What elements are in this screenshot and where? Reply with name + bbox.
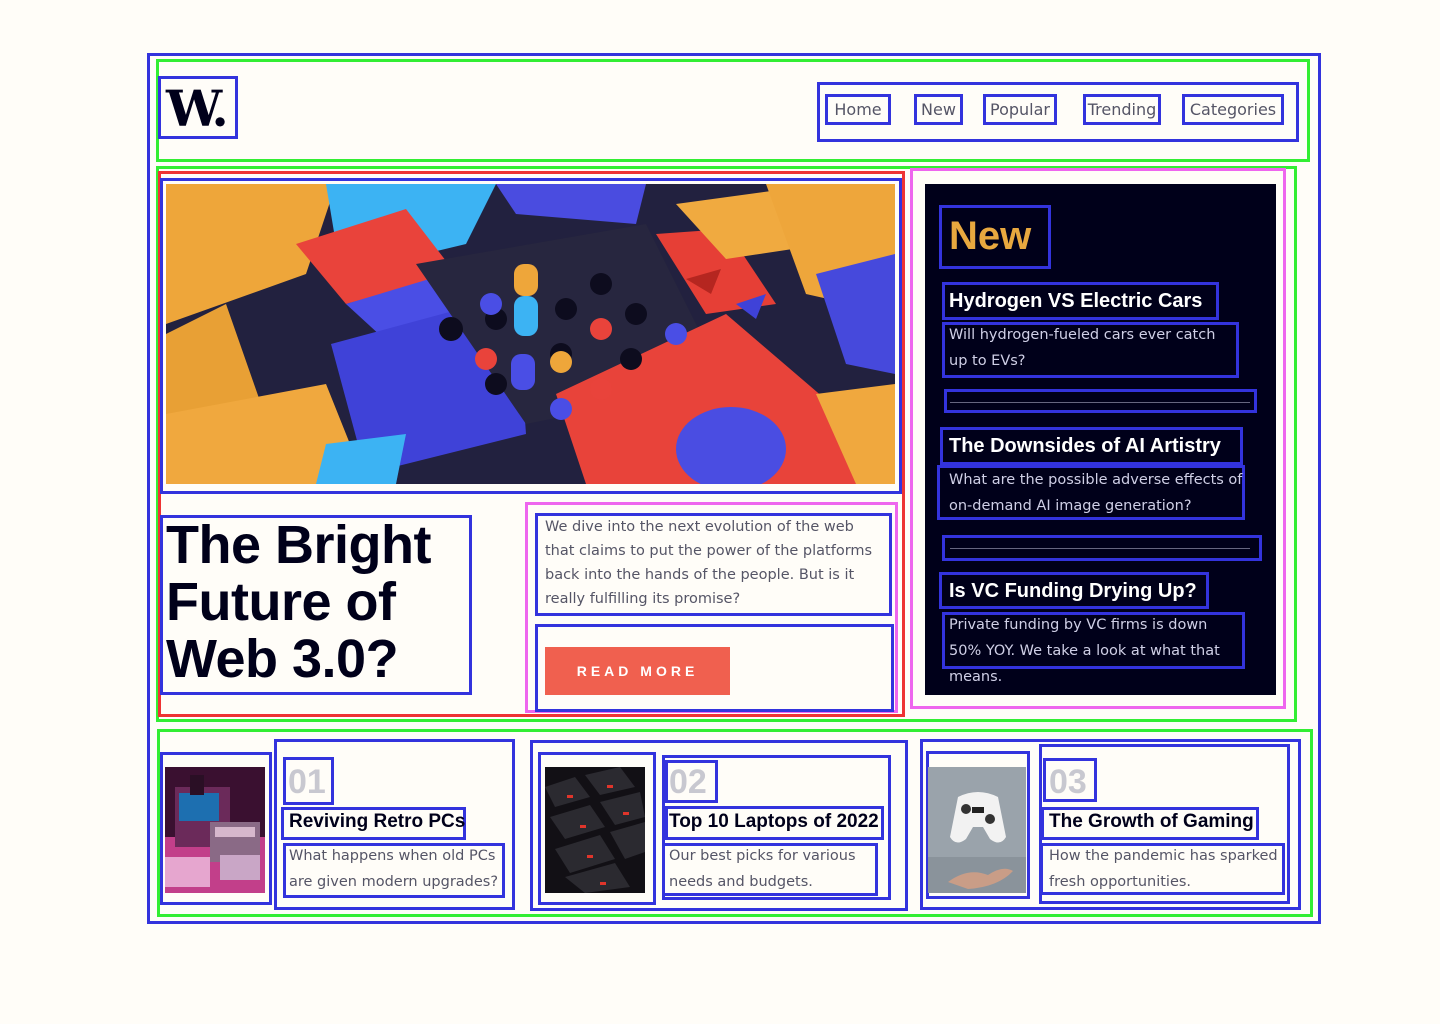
nav-trending[interactable]: Trending <box>1083 94 1161 125</box>
new-item-title[interactable]: Hydrogen VS Electric Cars <box>949 286 1202 316</box>
card-number: 03 <box>1049 763 1087 801</box>
card-summary: How the pandemic has sparked fresh oppor… <box>1049 848 1278 890</box>
separator <box>950 548 1250 549</box>
new-item-summary: What are the possible adverse effects of… <box>949 472 1243 514</box>
card-summary: Our best picks for various needs and bud… <box>669 848 856 890</box>
card-thumbnail[interactable] <box>545 767 645 893</box>
nav-categories[interactable]: Categories <box>1182 94 1284 125</box>
nav-popular[interactable]: Popular <box>983 94 1057 125</box>
feature-headline[interactable]: The Bright Future of Web 3.0? <box>166 517 466 688</box>
card-number: 02 <box>669 763 707 801</box>
read-more-button[interactable]: READ MORE <box>545 647 730 695</box>
nav-new[interactable]: New <box>914 94 963 125</box>
nav-home[interactable]: Home <box>825 94 891 125</box>
new-item-title[interactable]: The Downsides of AI Artistry <box>949 431 1221 461</box>
separator <box>950 402 1250 403</box>
new-item-title[interactable]: Is VC Funding Drying Up? <box>949 576 1197 606</box>
feature-description: We dive into the next evolution of the w… <box>545 519 873 607</box>
card-title[interactable]: Top 10 Laptops of 2022 <box>669 809 879 835</box>
card-title[interactable]: The Growth of Gaming <box>1049 809 1254 835</box>
card-thumbnail[interactable] <box>928 767 1026 893</box>
site-logo[interactable]: W. <box>166 80 229 138</box>
card-number: 01 <box>288 763 326 801</box>
card-summary: What happens when old PCs are given mode… <box>289 848 499 890</box>
hero-image <box>166 184 895 484</box>
card-title[interactable]: Reviving Retro PCs <box>289 809 465 835</box>
card-thumbnail[interactable] <box>165 767 265 893</box>
separator-frame <box>944 389 1257 413</box>
new-heading: New <box>949 214 1032 258</box>
new-item-summary: Private funding by VC firms is down 50% … <box>949 617 1220 685</box>
new-item-summary: Will hydrogen-fueled cars ever catch up … <box>949 327 1216 369</box>
